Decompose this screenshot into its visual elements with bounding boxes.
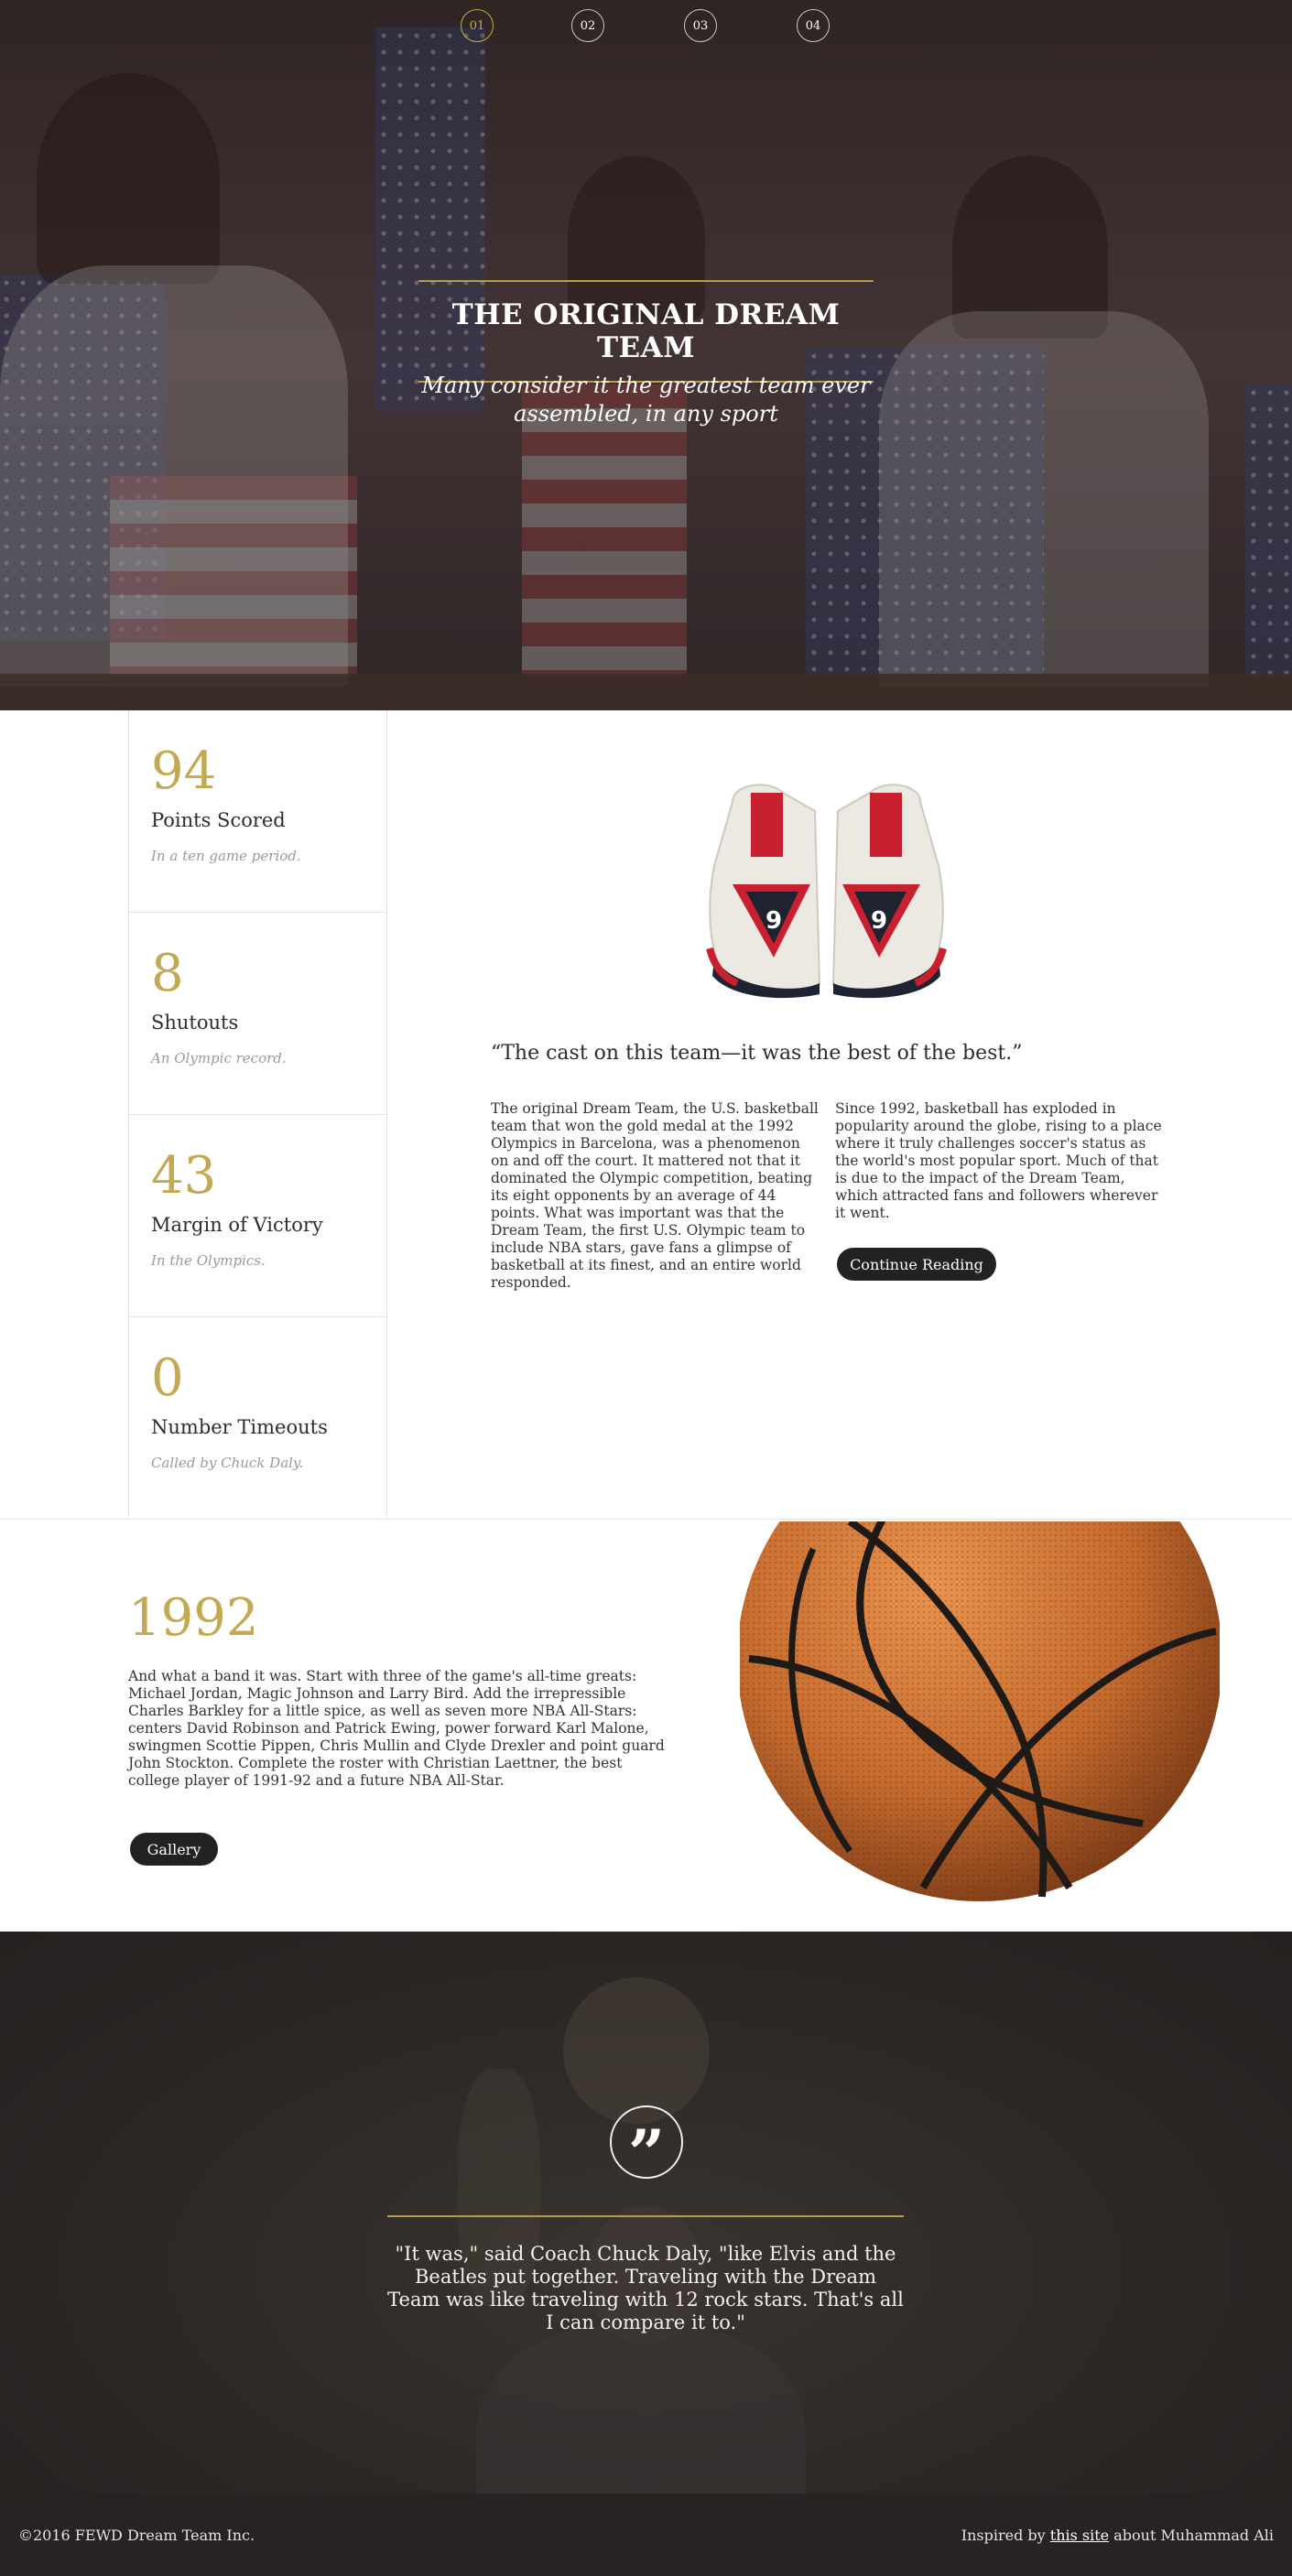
footer-copyright: ©2016 FEWD Dream Team Inc. (18, 2527, 255, 2544)
quote-rule (387, 2215, 904, 2217)
quote-bg-ball (563, 1977, 710, 2124)
sneakers-image: 9 9 (706, 784, 947, 999)
footer-credit: Inspired by this site about Muhammad Ali (961, 2527, 1274, 2544)
history-text: And what a band it was. Start with three… (128, 1668, 665, 1789)
pager-dot-2[interactable]: 02 (571, 9, 604, 42)
footer-credit-prefix: Inspired by (961, 2527, 1050, 2544)
svg-text:9: 9 (871, 907, 887, 935)
stat-value: 94 (151, 741, 217, 801)
stat-label: Shutouts (151, 1012, 239, 1034)
stat-value: 0 (151, 1348, 184, 1408)
stat-note: Called by Chuck Daly. (151, 1455, 304, 1471)
quote-section (0, 1932, 1292, 2494)
stat-label: Points Scored (151, 809, 286, 831)
footer-credit-suffix: about Muhammad Ali (1109, 2527, 1274, 2544)
stat-note: An Olympic record. (151, 1050, 287, 1066)
gallery-button[interactable]: Gallery (130, 1833, 218, 1866)
footer: ©2016 FEWD Dream Team Inc. Inspired by t… (0, 2494, 1292, 2576)
stat-label: Number Timeouts (151, 1416, 328, 1438)
hero-bottom-band (0, 674, 1292, 710)
coach-quote: "It was," said Coach Chuck Daly, "like E… (387, 2243, 904, 2333)
stat-value: 43 (151, 1146, 217, 1206)
continue-reading-button[interactable]: Continue Reading (837, 1248, 996, 1281)
quote-icon: ” (610, 2105, 683, 2186)
feature-text-right: Since 1992, basketball has exploded in p… (835, 1100, 1162, 1221)
feature-text-left: The original Dream Team, the U.S. basket… (491, 1100, 819, 1291)
pager-dot-1[interactable]: 01 (461, 9, 494, 42)
hero-title-top-rule (418, 280, 874, 282)
hero-title-block: THE ORIGINAL DREAM TEAM (418, 280, 874, 383)
stat-card: 0 Number Timeouts Called by Chuck Daly. (129, 1317, 386, 1520)
stats-column: 94 Points Scored In a ten game period. 8… (128, 710, 387, 1520)
stat-note: In the Olympics. (151, 1252, 266, 1269)
stat-card: 8 Shutouts An Olympic record. (129, 913, 386, 1115)
basketball-image (740, 1521, 1220, 1901)
stat-label: Margin of Victory (151, 1214, 323, 1236)
hero-section: 01 02 03 04 THE ORIGINAL DREAM TEAM Many… (0, 0, 1292, 710)
hero-subtitle: Many consider it the greatest team ever … (421, 373, 871, 427)
hero-title: THE ORIGINAL DREAM TEAM (451, 298, 841, 364)
footer-credit-link[interactable]: this site (1050, 2527, 1109, 2544)
history-year: 1992 (128, 1588, 259, 1648)
stat-value: 8 (151, 944, 184, 1003)
pager-dot-4[interactable]: 04 (797, 9, 830, 42)
stat-card: 94 Points Scored In a ten game period. (129, 710, 386, 913)
svg-text:9: 9 (765, 907, 782, 935)
quote-bg-player-body (476, 2325, 806, 2494)
section-pager: 01 02 03 04 (0, 9, 1292, 42)
pager-dot-3[interactable]: 03 (684, 9, 717, 42)
feature-quote: “The cast on this team—it was the best o… (491, 1042, 1023, 1065)
stat-card: 43 Margin of Victory In the Olympics. (129, 1115, 386, 1317)
stat-note: In a ten game period. (151, 848, 301, 864)
